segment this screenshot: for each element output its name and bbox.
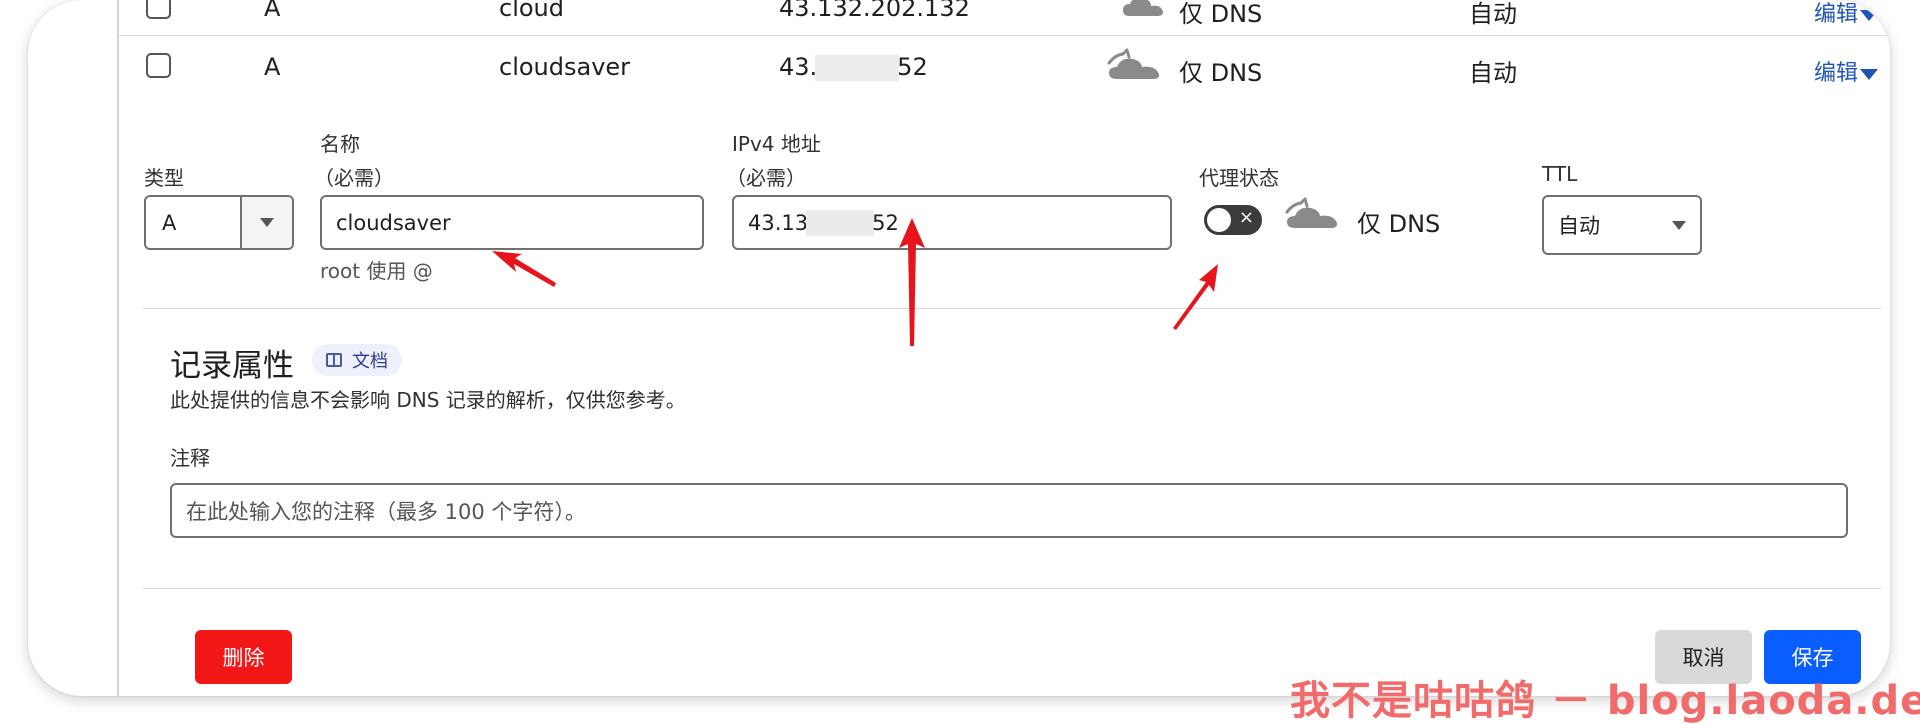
chevron-down-icon	[260, 218, 274, 227]
redaction-mask	[815, 55, 900, 81]
table-row: A cloud 43.132.202.132 仅 DNS 自动 编辑	[119, 0, 1890, 36]
record-type: A	[264, 0, 281, 22]
record-content: 43. 52	[779, 53, 928, 81]
proxy-toggle[interactable]: ×	[1204, 205, 1262, 235]
dns-only-cloud-icon	[1283, 192, 1341, 236]
record-content: 43.132.202.132	[779, 0, 970, 22]
comment-input[interactable]: 在此处输入您的注释（最多 100 个字符）。	[170, 483, 1848, 538]
book-icon	[326, 353, 342, 367]
watermark: 我不是咕咕鸽 － blog.laoda.de	[1290, 678, 1920, 724]
type-label: 类型	[144, 166, 184, 190]
delete-button-label: 删除	[222, 646, 265, 670]
record-attributes-description: 此处提供的信息不会影响 DNS 记录的解析，仅供您参考。	[170, 388, 686, 412]
chevron-down-icon	[1672, 220, 1686, 230]
delete-button[interactable]: 删除	[195, 630, 292, 684]
divider	[143, 308, 1881, 309]
name-input[interactable]: cloudsaver	[320, 195, 704, 250]
dns-record-panel: A cloud 43.132.202.132 仅 DNS 自动 编辑 A clo…	[117, 0, 1890, 696]
ipv4-input-suffix: 52	[872, 210, 899, 235]
record-name: cloudsaver	[499, 53, 631, 81]
annotation-arrow	[1173, 264, 1218, 330]
redaction-mask	[806, 209, 875, 236]
edit-link[interactable]: 编辑	[1814, 55, 1879, 87]
annotation-arrow	[492, 251, 556, 287]
ttl-select[interactable]: 自动	[1542, 195, 1702, 255]
divider	[143, 588, 1881, 589]
ipv4-input-prefix: 43.13	[748, 210, 809, 235]
docs-badge[interactable]: 文档	[312, 344, 402, 376]
ttl-select-value: 自动	[1558, 214, 1600, 238]
proxy-status-label: 代理状态	[1199, 166, 1279, 190]
edit-label: 编辑	[1814, 2, 1859, 27]
annotation-arrow	[899, 218, 925, 346]
proxy-status-text: 仅 DNS	[1179, 59, 1263, 87]
type-select-value: A	[162, 210, 177, 235]
record-type: A	[264, 53, 281, 81]
record-attributes-title: 记录属性	[170, 348, 294, 384]
record-content-suffix: 52	[897, 53, 928, 81]
docs-badge-label: 文档	[352, 351, 388, 372]
proxy-status-text: 仅 DNS	[1179, 0, 1263, 28]
row-checkbox[interactable]	[146, 53, 171, 78]
record-name: cloud	[499, 0, 564, 22]
cloud-icon	[1121, 0, 1165, 24]
proxy-status-value: 仅 DNS	[1357, 210, 1441, 238]
table-row: A cloudsaver 43. 52 仅 DNS 自动 编辑	[119, 37, 1890, 95]
record-ttl: 自动	[1469, 0, 1517, 28]
name-label: 名称	[320, 132, 360, 156]
name-hint: root 使用 @	[320, 259, 433, 283]
record-content-prefix: 43.	[779, 53, 818, 81]
type-select-toggle[interactable]	[240, 197, 292, 248]
edit-link[interactable]: 编辑	[1814, 0, 1879, 28]
row-checkbox[interactable]	[146, 0, 171, 19]
comment-placeholder: 在此处输入您的注释（最多 100 个字符）。	[186, 499, 586, 524]
close-icon: ×	[1238, 207, 1254, 228]
dns-record-card: A cloud 43.132.202.132 仅 DNS 自动 编辑 A clo…	[28, 0, 1890, 696]
caret-up-icon	[1860, 68, 1879, 80]
name-required: （必需）	[314, 166, 394, 190]
ipv4-required: （必需）	[726, 166, 806, 190]
type-select[interactable]: A	[144, 195, 294, 250]
caret-down-icon	[1860, 9, 1879, 21]
edit-label: 编辑	[1814, 61, 1859, 86]
name-input-value: cloudsaver	[336, 210, 451, 235]
comment-label: 注释	[170, 446, 210, 470]
dns-only-cloud-icon	[1105, 43, 1163, 89]
ipv4-input[interactable]: 43.13 52	[732, 195, 1172, 250]
ttl-label: TTL	[1542, 162, 1578, 186]
ipv4-label: IPv4 地址	[732, 132, 821, 156]
record-ttl: 自动	[1469, 59, 1517, 87]
toggle-knob	[1207, 208, 1231, 232]
